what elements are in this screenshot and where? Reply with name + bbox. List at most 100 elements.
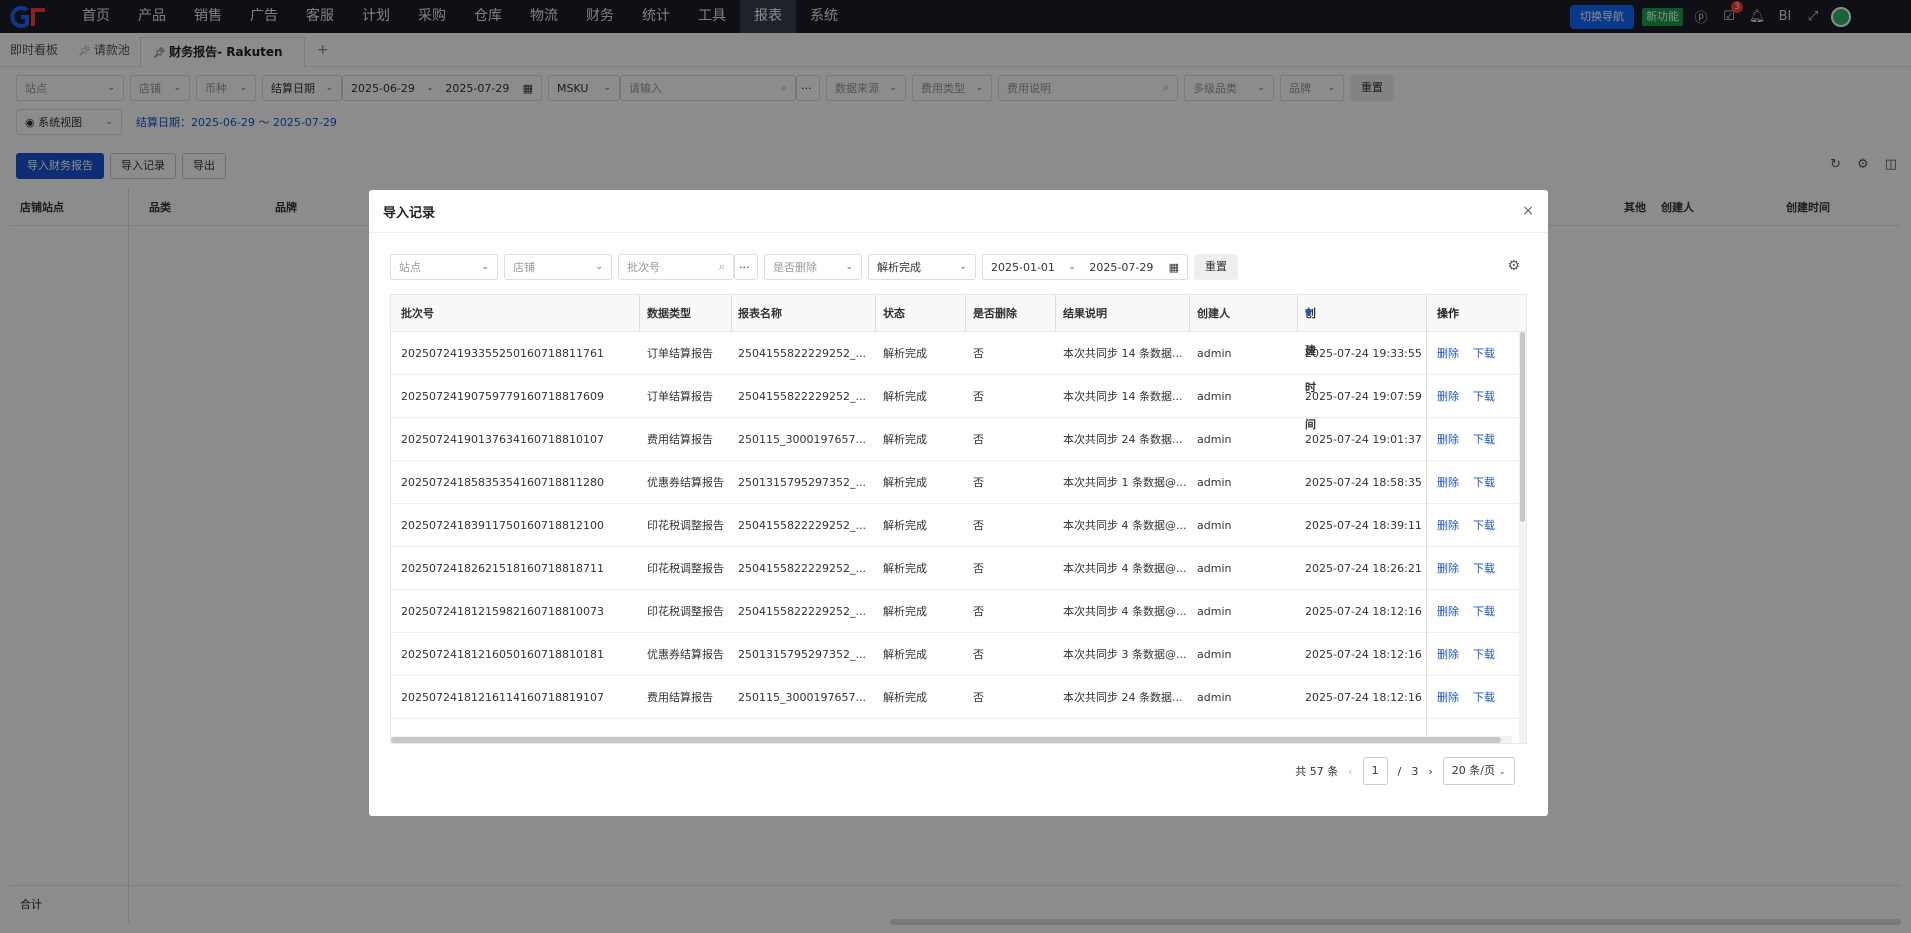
cell-time: 2025-07-24 18:12:16 (1305, 691, 1422, 704)
table-row: 20250724181215982160718810073 印花税调整报告 2504… (391, 590, 1526, 633)
download-link[interactable]: 下载 (1473, 390, 1495, 403)
cell-name: 2504155822229252_... (738, 347, 866, 360)
cell-type: 订单结算报告 (647, 390, 713, 403)
cell-creator: admin (1197, 562, 1232, 575)
sort-desc-icon: ▼ (1305, 308, 1312, 318)
cell-result: 本次共同步 24 条数据... (1063, 691, 1183, 704)
cell-result: 本次共同步 4 条数据@... (1063, 562, 1187, 575)
delete-link[interactable]: 删除 (1437, 562, 1459, 575)
cell-batch: 20250724183911750160718812100 (401, 519, 604, 532)
download-link[interactable]: 下载 (1473, 605, 1495, 618)
modal-more-button[interactable]: ··· (734, 254, 758, 280)
col-status: 状态 (883, 307, 905, 320)
cell-creator: admin (1197, 390, 1232, 403)
modal-site-select[interactable]: 站点 ⌄ (390, 254, 498, 280)
delete-link[interactable]: 删除 (1437, 347, 1459, 360)
col-data-type: 数据类型 (647, 307, 691, 320)
row-operations: 删除 下载 (1427, 547, 1519, 590)
cell-creator: admin (1197, 476, 1232, 489)
cell-batch: 20250724181215982160718810073 (401, 605, 604, 618)
is-deleted-select[interactable]: 是否删除 ⌄ (764, 254, 862, 280)
col-report-name: 报表名称 (738, 307, 782, 320)
cell-creator: admin (1197, 519, 1232, 532)
cell-deleted: 否 (973, 519, 984, 532)
cell-status: 解析完成 (883, 691, 927, 704)
gear-icon[interactable]: ⚙ (1507, 258, 1520, 274)
row-operations: 删除 下载 (1427, 375, 1519, 418)
cell-name: 2504155822229252_... (738, 519, 866, 532)
download-link[interactable]: 下载 (1473, 562, 1495, 575)
cell-batch: 20250724190759779160718817609 (401, 390, 604, 403)
vertical-scrollbar[interactable] (1519, 332, 1526, 743)
cell-type: 印花税调整报告 (647, 519, 724, 532)
cell-type: 印花税调整报告 (647, 562, 724, 575)
current-page-input[interactable]: 1 (1362, 757, 1388, 785)
cell-time: 2025-07-24 19:07:59 (1305, 390, 1422, 403)
download-link[interactable]: 下载 (1473, 433, 1495, 446)
cell-batch: 20250724190137634160718810107 (401, 433, 604, 446)
page-size-select[interactable]: 20 条/页 ⌄ (1442, 757, 1515, 785)
batch-search-input[interactable]: 批次号 ⌕ (618, 254, 734, 280)
table-header: 批次号 数据类型 报表名称 状态 是否删除 结果说明 创建人 创建时间 ▼ (391, 295, 1526, 431)
cell-type: 费用结算报告 (647, 433, 713, 446)
delete-link[interactable]: 删除 (1437, 476, 1459, 489)
cell-result: 本次共同步 4 条数据@... (1063, 605, 1187, 618)
cell-status: 解析完成 (883, 562, 927, 575)
cell-deleted: 否 (973, 648, 984, 661)
chevron-down-icon: ⌄ (959, 262, 967, 272)
row-operations: 删除 下载 (1427, 504, 1519, 547)
cell-deleted: 否 (973, 476, 984, 489)
delete-link[interactable]: 删除 (1437, 433, 1459, 446)
row-operations: 删除 下载 (1427, 590, 1519, 633)
download-link[interactable]: 下载 (1473, 691, 1495, 704)
table-row: 202507241933552501607188117​61 订单结算报告 2504… (391, 332, 1526, 375)
horizontal-scrollbar[interactable] (391, 736, 1512, 743)
cell-deleted: 否 (973, 433, 984, 446)
cell-creator: admin (1197, 648, 1232, 661)
row-operations: 删除 下载 (1427, 676, 1519, 719)
prev-page-button[interactable]: ‹ (1348, 765, 1352, 778)
modal-title: 导入记录 (383, 205, 436, 221)
cell-batch: 20250724182621518160718818711 (401, 562, 604, 575)
delete-link[interactable]: 删除 (1437, 605, 1459, 618)
cell-name: 2504155822229252_... (738, 605, 866, 618)
download-link[interactable]: 下载 (1473, 519, 1495, 532)
status-select[interactable]: 解析完成 ⌄ (868, 254, 976, 280)
delete-link[interactable]: 删除 (1437, 648, 1459, 661)
total-count: 共 57 条 (1295, 765, 1339, 778)
cell-batch: 20250724185835354160718811280 (401, 476, 604, 489)
download-link[interactable]: 下载 (1473, 648, 1495, 661)
cell-creator: admin (1197, 433, 1232, 446)
cell-batch: 20250724181216114160718819107 (401, 691, 604, 704)
delete-link[interactable]: 删除 (1437, 519, 1459, 532)
download-link[interactable]: 下载 (1473, 476, 1495, 489)
cell-deleted: 否 (973, 390, 984, 403)
cell-status: 解析完成 (883, 605, 927, 618)
cell-name: 250115_3000197657... (738, 691, 866, 704)
next-page-button[interactable]: › (1428, 765, 1432, 778)
delete-link[interactable]: 删除 (1437, 691, 1459, 704)
table-row: 20250724190759779160718817609 订单结算报告 25041… (391, 375, 1526, 418)
cell-deleted: 否 (973, 562, 984, 575)
cell-type: 优惠券结算报告 (647, 476, 724, 489)
import-record-modal: 导入记录 × 站点 ⌄ 店铺 ⌄ 批次号 ⌕ ··· 是否删除 ⌄ 解析完成 ⌄ 2025… (369, 190, 1548, 816)
page-separator: / (1397, 764, 1402, 778)
close-icon[interactable]: × (1522, 203, 1534, 219)
cell-status: 解析完成 (883, 519, 927, 532)
cell-result: 本次共同步 4 条数据@... (1063, 519, 1187, 532)
calendar-icon: ▦ (1168, 260, 1179, 274)
table-row: 20250724190137634160718810107 费用结算报告 25011… (391, 418, 1526, 461)
col-result: 结果说明 (1063, 307, 1107, 320)
col-operation: 操作 (1427, 295, 1519, 332)
cell-name: 250115_3000197657... (738, 433, 866, 446)
cell-result: 本次共同步 24 条数据... (1063, 433, 1183, 446)
table-row: 20250724181216050160718810181 优惠券结算报告 2501… (391, 633, 1526, 676)
cell-type: 订单结算报告 (647, 347, 713, 360)
modal-shop-select[interactable]: 店铺 ⌄ (504, 254, 612, 280)
modal-date-range[interactable]: 2025-01-01-2025-07-29 ▦ (982, 254, 1188, 280)
delete-link[interactable]: 删除 (1437, 390, 1459, 403)
modal-reset-button[interactable]: 重置 (1194, 254, 1238, 280)
cell-result: 本次共同步 1 条数据@... (1063, 476, 1187, 489)
download-link[interactable]: 下载 (1473, 347, 1495, 360)
cell-time: 2025-07-24 19:33:55 (1305, 347, 1422, 360)
